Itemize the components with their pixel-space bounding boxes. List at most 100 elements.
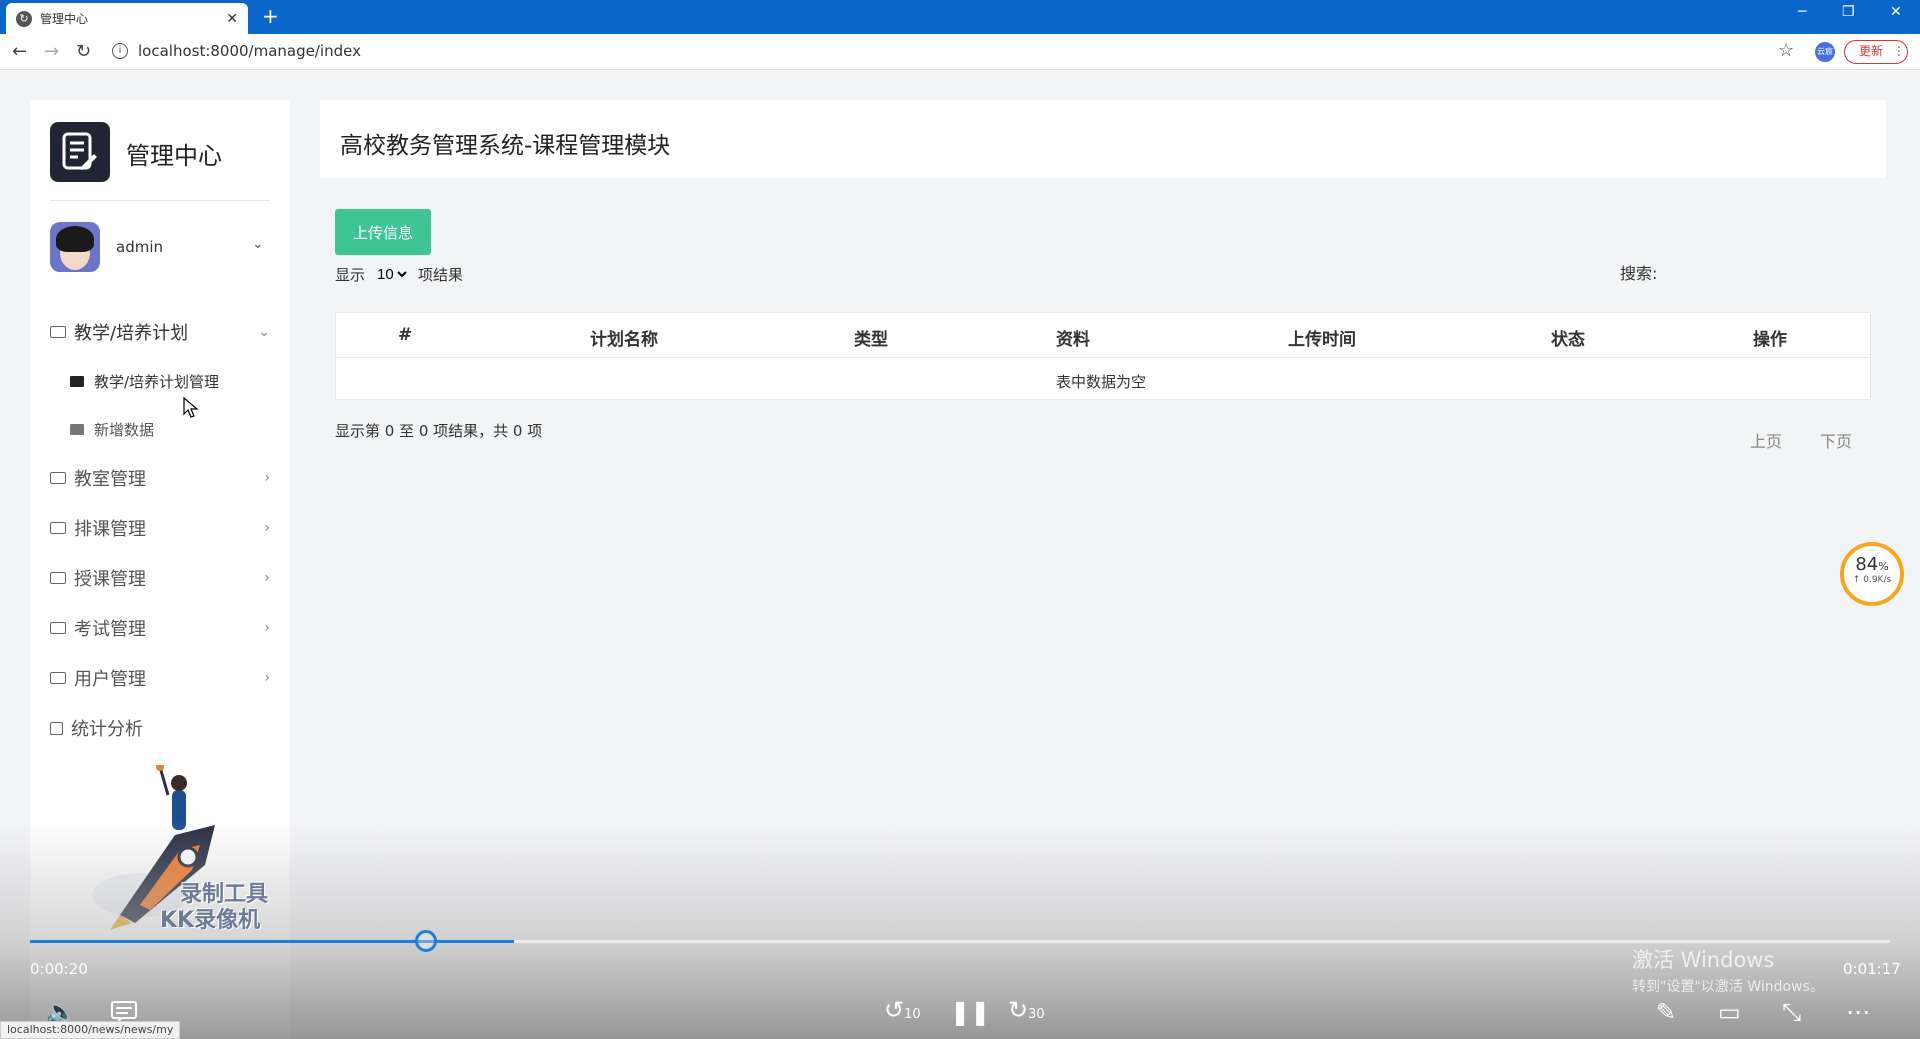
folder-icon bbox=[50, 472, 66, 484]
video-progress-fill bbox=[30, 940, 514, 943]
new-tab-icon[interactable]: + bbox=[262, 4, 279, 28]
column-header-type[interactable]: 类型 bbox=[854, 325, 888, 350]
skip-back-button[interactable]: ↺10 bbox=[884, 996, 921, 1024]
column-header-index[interactable]: # bbox=[398, 325, 412, 345]
page-length-control: 显示 10 项结果 bbox=[335, 264, 463, 285]
status-bar-url: localhost:8000/news/news/my bbox=[0, 1021, 181, 1039]
address-bar: ← → ↻ i localhost:8000/manage/index ☆ 云宸… bbox=[0, 34, 1920, 70]
url-text: localhost:8000/manage/index bbox=[138, 42, 361, 60]
sidebar-subitem-add-data[interactable]: 新增数据 bbox=[70, 416, 154, 442]
mouse-cursor-icon bbox=[183, 397, 199, 418]
inbox-icon bbox=[70, 375, 84, 387]
page-header: 高校教务管理系统-课程管理模块 bbox=[320, 100, 1886, 178]
sidebar-item-label: 考试管理 bbox=[74, 619, 146, 640]
chevron-right-icon: › bbox=[264, 520, 270, 536]
profile-avatar[interactable]: 云宸 bbox=[1815, 42, 1835, 62]
sidebar-item-classroom[interactable]: 教室管理 › bbox=[50, 463, 270, 493]
network-speed-widget[interactable]: 84% ↑ 0.9K/s bbox=[1840, 542, 1904, 606]
back-icon[interactable]: ← bbox=[12, 41, 27, 62]
sidebar-item-label: 用户管理 bbox=[74, 669, 146, 690]
mini-player-icon[interactable]: ▭ bbox=[1718, 998, 1741, 1026]
watermark-line-2: KK录像机 bbox=[160, 908, 261, 933]
chevron-down-icon: ⌄ bbox=[258, 324, 270, 340]
sidebar-subitem-label: 教学/培养计划管理 bbox=[94, 372, 220, 391]
sidebar-item-scheduling[interactable]: 排课管理 › bbox=[50, 513, 270, 543]
tab-title: 管理中心 bbox=[40, 12, 89, 26]
page-length-select[interactable]: 10 bbox=[373, 265, 411, 284]
browser-tab[interactable]: ↻ 管理中心 ✕ bbox=[6, 3, 248, 34]
username[interactable]: admin bbox=[116, 238, 163, 256]
video-progress-bar[interactable] bbox=[30, 940, 1890, 943]
minimize-icon[interactable]: ─ bbox=[1798, 4, 1806, 20]
show-suffix: 项结果 bbox=[418, 266, 464, 284]
recorder-watermark: 录制工具 KK录像机 bbox=[160, 882, 268, 934]
skip-forward-button[interactable]: ↻30 bbox=[1008, 996, 1045, 1024]
window-close-icon[interactable]: ✕ bbox=[1890, 4, 1902, 20]
exit-fullscreen-icon[interactable]: ⤡ bbox=[1782, 998, 1801, 1026]
speed-rate: ↑ 0.9K/s bbox=[1852, 575, 1892, 585]
activation-subtitle: 转到"设置"以激活 Windows。 bbox=[1632, 979, 1824, 995]
column-header-status[interactable]: 状态 bbox=[1551, 325, 1585, 350]
refresh-favicon-icon: ↻ bbox=[16, 10, 32, 27]
folder-icon bbox=[50, 522, 66, 534]
chevron-right-icon: › bbox=[264, 620, 270, 636]
chevron-right-icon: › bbox=[264, 670, 270, 686]
inbox-icon bbox=[70, 423, 84, 435]
skip-back-seconds: 10 bbox=[904, 1007, 921, 1022]
folder-icon bbox=[50, 572, 66, 584]
folder-icon bbox=[50, 326, 66, 338]
pen-icon[interactable]: ✎ bbox=[1656, 998, 1676, 1026]
site-info-icon[interactable]: i bbox=[112, 43, 128, 59]
sidebar-item-users[interactable]: 用户管理 › bbox=[50, 663, 270, 693]
update-label: 更新 bbox=[1859, 44, 1884, 58]
skip-forward-icon: ↻ bbox=[1008, 996, 1029, 1024]
sidebar-item-exam[interactable]: 考试管理 › bbox=[50, 613, 270, 643]
chevron-right-icon: › bbox=[264, 570, 270, 586]
sidebar-item-teaching-plan[interactable]: 教学/培养计划 ⌄ bbox=[50, 317, 270, 347]
bookmark-star-icon[interactable]: ☆ bbox=[1778, 40, 1794, 61]
url-field[interactable]: i localhost:8000/manage/index bbox=[112, 42, 361, 60]
more-options-icon[interactable]: ⋯ bbox=[1846, 998, 1870, 1026]
speed-percent-unit: % bbox=[1878, 560, 1889, 573]
tab-close-icon[interactable]: ✕ bbox=[226, 11, 238, 27]
update-button[interactable]: 更新 ⋮ bbox=[1844, 40, 1908, 64]
speed-percent-value: 84 bbox=[1855, 554, 1879, 575]
sidebar-divider bbox=[50, 200, 270, 201]
video-progress-handle[interactable] bbox=[415, 930, 437, 952]
avatar[interactable] bbox=[50, 222, 100, 272]
folder-icon bbox=[50, 622, 66, 634]
sidebar-item-teaching[interactable]: 授课管理 › bbox=[50, 563, 270, 593]
upload-info-button[interactable]: 上传信息 bbox=[335, 209, 431, 255]
total-time: 0:01:17 bbox=[1843, 960, 1901, 978]
next-page-link[interactable]: 下页 bbox=[1820, 428, 1852, 452]
sidebar-item-label: 排课管理 bbox=[74, 519, 146, 540]
chevron-down-icon[interactable]: ⌄ bbox=[252, 236, 264, 252]
sidebar-subitem-plan-manage[interactable]: 教学/培养计划管理 bbox=[70, 368, 219, 394]
document-edit-icon bbox=[62, 132, 97, 170]
stats-icon bbox=[50, 721, 63, 735]
sidebar-subitem-label: 新增数据 bbox=[94, 420, 155, 439]
show-prefix: 显示 bbox=[335, 266, 366, 284]
column-header-plan-name[interactable]: 计划名称 bbox=[590, 325, 658, 350]
sidebar-item-label: 教室管理 bbox=[74, 469, 146, 490]
forward-icon[interactable]: → bbox=[44, 41, 59, 62]
skip-forward-seconds: 30 bbox=[1028, 1007, 1045, 1022]
sidebar-item-label: 教学/培养计划 bbox=[74, 323, 189, 344]
reload-icon[interactable]: ↻ bbox=[76, 41, 91, 62]
prev-page-link[interactable]: 上页 bbox=[1750, 428, 1782, 452]
browser-tab-bar: ↻ 管理中心 ✕ + ─ ❐ ✕ bbox=[0, 0, 1920, 34]
folder-icon bbox=[50, 672, 66, 684]
watermark-line-1: 录制工具 bbox=[180, 882, 269, 907]
data-table: # 计划名称 类型 资料 上传时间 状态 操作 表中数据为空 bbox=[335, 312, 1871, 400]
sidebar-item-label: 统计分析 bbox=[71, 719, 143, 740]
restore-icon[interactable]: ❐ bbox=[1842, 4, 1855, 20]
column-header-actions[interactable]: 操作 bbox=[1753, 325, 1787, 350]
sidebar-item-stats[interactable]: 统计分析 bbox=[50, 713, 270, 743]
table-info: 显示第 0 至 0 项结果，共 0 项 bbox=[335, 422, 543, 440]
column-header-material[interactable]: 资料 bbox=[1056, 325, 1090, 350]
page-title: 高校教务管理系统-课程管理模块 bbox=[340, 133, 671, 159]
pause-icon[interactable]: ❚❚ bbox=[950, 998, 990, 1026]
table-header: # 计划名称 类型 资料 上传时间 状态 操作 bbox=[336, 313, 1870, 358]
column-header-upload-time[interactable]: 上传时间 bbox=[1288, 325, 1356, 350]
app-logo bbox=[50, 122, 110, 182]
